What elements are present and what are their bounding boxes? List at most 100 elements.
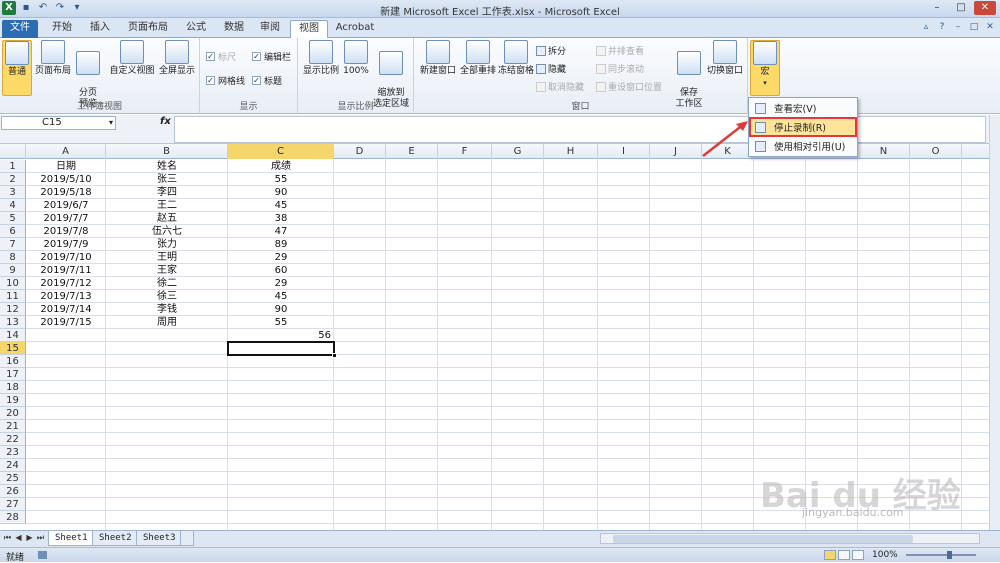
column-header-g[interactable]: G	[492, 144, 544, 159]
full-screen-button[interactable]: 全屏显示	[158, 40, 196, 77]
cell-a13[interactable]: 2019/7/15	[26, 316, 106, 329]
workbook-restore-icon[interactable]: □	[968, 21, 980, 33]
relative-references-item[interactable]: 使用相对引用(U)	[751, 138, 855, 154]
column-header-b[interactable]: B	[106, 144, 228, 159]
zoom-100-button[interactable]: 100%	[342, 40, 370, 77]
zoom-slider[interactable]	[906, 551, 976, 559]
cell-b12[interactable]: 李钱	[106, 303, 228, 316]
tab-file[interactable]: 文件	[2, 20, 38, 38]
page-layout-view-button[interactable]: 页面布局	[34, 40, 72, 77]
cell-c6[interactable]: 47	[228, 225, 334, 238]
cell-b6[interactable]: 伍六七	[106, 225, 228, 238]
row-header-15[interactable]: 15	[0, 342, 26, 355]
cell-b5[interactable]: 赵五	[106, 212, 228, 225]
select-all-corner[interactable]	[0, 144, 26, 159]
column-header-e[interactable]: E	[386, 144, 438, 159]
cell-b4[interactable]: 王二	[106, 199, 228, 212]
workbook-minimize-icon[interactable]: –	[952, 21, 964, 33]
unhide-button[interactable]: 取消隐藏	[536, 80, 584, 93]
sheet-tab-1[interactable]: Sheet1	[48, 531, 95, 546]
cell-c12[interactable]: 90	[228, 303, 334, 316]
row-header-8[interactable]: 8	[0, 251, 26, 264]
split-button[interactable]: 拆分	[536, 44, 566, 57]
cell-b7[interactable]: 张力	[106, 238, 228, 251]
tab-data[interactable]: 数据	[216, 20, 252, 38]
column-header-o[interactable]: O	[910, 144, 962, 159]
arrange-all-button[interactable]: 全部重排	[458, 40, 498, 77]
cell-b2[interactable]: 张三	[106, 173, 228, 186]
row-header-13[interactable]: 13	[0, 316, 26, 329]
cell-a9[interactable]: 2019/7/11	[26, 264, 106, 277]
fill-handle[interactable]	[332, 353, 337, 358]
row-header-12[interactable]: 12	[0, 303, 26, 316]
insert-function-icon[interactable]: fx	[160, 116, 171, 127]
cell-c9[interactable]: 60	[228, 264, 334, 277]
zoom-button[interactable]: 显示比例	[302, 40, 340, 77]
new-window-button[interactable]: 新建窗口	[418, 40, 458, 77]
tab-home[interactable]: 开始	[44, 20, 80, 38]
row-header-19[interactable]: 19	[0, 394, 26, 407]
cell-a5[interactable]: 2019/7/7	[26, 212, 106, 225]
row-header-3[interactable]: 3	[0, 186, 26, 199]
sheet-tab-3[interactable]: Sheet3	[136, 531, 183, 546]
cell-c2[interactable]: 55	[228, 173, 334, 186]
row-header-1[interactable]: 1	[0, 160, 26, 173]
tab-review[interactable]: 审阅	[252, 20, 288, 38]
row-header-7[interactable]: 7	[0, 238, 26, 251]
cell-b3[interactable]: 李四	[106, 186, 228, 199]
cell-b8[interactable]: 王明	[106, 251, 228, 264]
row-header-22[interactable]: 22	[0, 433, 26, 446]
minimize-ribbon-icon[interactable]: ▵	[920, 21, 932, 33]
cell-c8[interactable]: 29	[228, 251, 334, 264]
cell-c1[interactable]: 成绩	[228, 160, 334, 173]
vertical-scrollbar[interactable]	[989, 115, 1000, 530]
sheet-tab-2[interactable]: Sheet2	[92, 531, 139, 546]
minimize-button[interactable]: –	[926, 1, 948, 15]
view-macros-item[interactable]: 查看宏(V)	[751, 100, 855, 116]
switch-windows-button[interactable]: 切换窗口	[706, 40, 744, 77]
column-header-f[interactable]: F	[438, 144, 492, 159]
cell-c5[interactable]: 38	[228, 212, 334, 225]
stop-recording-item[interactable]: 停止录制(R)	[749, 117, 857, 137]
ruler-checkbox[interactable]: ✓ 标尺	[206, 50, 236, 63]
cell-c7[interactable]: 89	[228, 238, 334, 251]
cell-b13[interactable]: 周用	[106, 316, 228, 329]
column-header-n[interactable]: N	[858, 144, 910, 159]
workbook-close-icon[interactable]: ✕	[984, 21, 996, 33]
cell-b9[interactable]: 王家	[106, 264, 228, 277]
cell-c4[interactable]: 45	[228, 199, 334, 212]
cell-b10[interactable]: 徐二	[106, 277, 228, 290]
column-header-c[interactable]: C	[228, 144, 334, 159]
row-header-16[interactable]: 16	[0, 355, 26, 368]
column-header-d[interactable]: D	[334, 144, 386, 159]
zoom-level[interactable]: 100%	[872, 550, 898, 560]
row-header-23[interactable]: 23	[0, 446, 26, 459]
row-header-6[interactable]: 6	[0, 225, 26, 238]
maximize-button[interactable]: □	[950, 1, 972, 15]
insert-sheet-icon[interactable]	[180, 531, 194, 546]
first-sheet-icon[interactable]: ⏮	[3, 533, 12, 543]
row-header-20[interactable]: 20	[0, 407, 26, 420]
next-sheet-icon[interactable]: ▶	[25, 533, 34, 543]
hide-button[interactable]: 隐藏	[536, 62, 566, 75]
column-header-a[interactable]: A	[26, 144, 106, 159]
page-break-view-icon[interactable]	[852, 550, 864, 560]
sync-scroll-button[interactable]: 同步滚动	[596, 62, 644, 75]
last-sheet-icon[interactable]: ⏭	[36, 533, 45, 543]
tab-view[interactable]: 视图	[290, 20, 328, 38]
gridlines-checkbox[interactable]: ✓ 网格线	[206, 74, 245, 87]
row-header-14[interactable]: 14	[0, 329, 26, 342]
cell-c11[interactable]: 45	[228, 290, 334, 303]
row-header-18[interactable]: 18	[0, 381, 26, 394]
headings-checkbox[interactable]: ✓ 标题	[252, 74, 282, 87]
tab-page-layout[interactable]: 页面布局	[122, 20, 174, 38]
macros-button[interactable]: 宏 ▾	[750, 40, 780, 96]
page-layout-view-icon[interactable]	[838, 550, 850, 560]
column-header-j[interactable]: J	[650, 144, 702, 159]
reset-position-button[interactable]: 重设窗口位置	[596, 80, 662, 93]
macro-recording-icon[interactable]	[38, 551, 47, 559]
horizontal-scrollbar[interactable]	[600, 533, 980, 544]
row-header-28[interactable]: 28	[0, 511, 26, 524]
normal-view-button[interactable]: 普通	[2, 40, 32, 96]
row-header-25[interactable]: 25	[0, 472, 26, 485]
